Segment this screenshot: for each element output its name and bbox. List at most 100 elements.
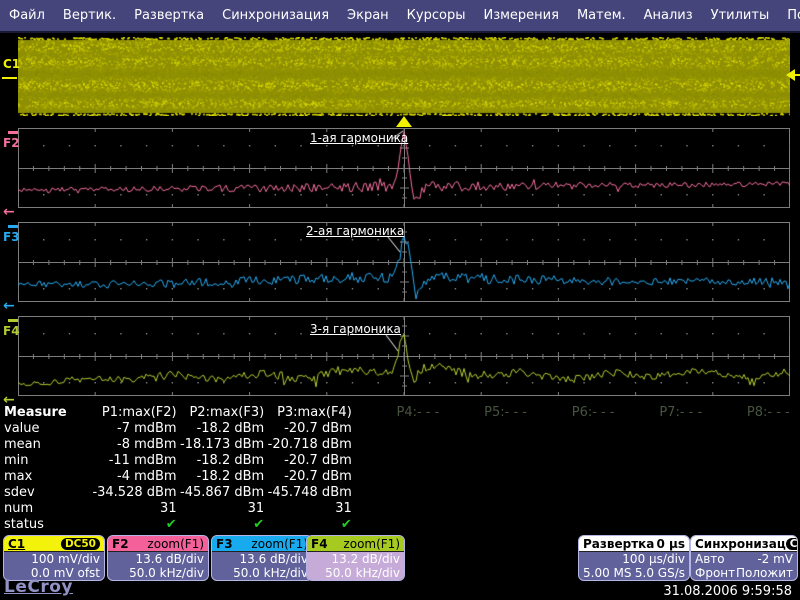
f2-zero-indicator[interactable] [8,131,18,134]
menu-vertical[interactable]: Вертик. [54,8,125,23]
measure-col-p6[interactable]: P6:- - - [527,405,615,421]
cell: -20.7 dBm [264,469,352,485]
f4-trace [18,316,790,396]
menu-timebase[interactable]: Развертка [125,8,213,23]
measure-header-row: Measure P1:max(F2) P2:max(F3) P3:max(F4)… [4,405,796,421]
cell: -45.748 dBm [264,485,352,501]
f3-fft-grid: 2-ая гармоника [18,222,790,302]
measure-col-p7[interactable]: P7:- - - [615,405,703,421]
measure-row-max: max -4 mdBm -18.2 dBm -20.7 dBm [4,469,796,485]
measure-row-value: value -7 mdBm -18.2 dBm -20.7 dBm [4,421,796,437]
menu-help[interactable]: Помощь [778,8,800,23]
f2-fft-grid: 1-ая гармоника [18,128,790,208]
measure-col-p8[interactable]: P8:- - - [702,405,790,421]
f3-zero-indicator[interactable] [8,225,18,228]
f2-annotation: 1-ая гармоника [310,131,408,145]
status-check-icon: ✔ [264,517,352,533]
menu-trigger[interactable]: Синхронизация [213,8,338,23]
measure-row-mean: mean -8 mdBm -18.173 dBm -20.718 dBm [4,437,796,453]
timebase-box[interactable]: Развертка 0 µs 100 µs/div 5.00 MS 5.0 GS… [578,535,690,581]
cell: 31 [89,501,177,517]
trigger-level: -2 mV [757,552,793,566]
f3-scale: 13.6 dB/div [216,552,308,566]
f3-descriptor-box[interactable]: F3 zoom(F1) 13.6 dB/div 50.0 kHz/div [211,535,313,581]
menu-file[interactable]: Файл [0,8,54,23]
f4-fft-grid: 3-я гармоника [18,316,790,396]
trigger-level-arrow-icon[interactable] [786,69,795,81]
cell: 31 [264,501,352,517]
cell: -8 mdBm [89,437,177,453]
cell: -18.2 dBm [177,421,265,437]
menu-math[interactable]: Матем. [568,8,635,23]
trigger-slope: Положит [736,566,793,580]
c1-coupling-badge: DC50 [61,538,100,550]
f3-annotation: 2-ая гармоника [306,224,404,238]
f2-offset-arrow-icon[interactable]: ← [3,206,15,218]
cell: -18.2 dBm [177,469,265,485]
measure-col-p4[interactable]: P4:- - - [352,405,440,421]
f3-box-label: F3 [216,537,233,551]
c1-level-indicator[interactable] [2,77,17,79]
menu-analysis[interactable]: Анализ [635,8,702,23]
cell: 31 [177,501,265,517]
measure-row-status: status ✔ ✔ ✔ [4,517,796,533]
c1-trace-label: C1 [3,57,20,71]
measure-title: Measure [4,405,89,421]
status-check-icon: ✔ [89,517,177,533]
row-label: max [4,469,89,485]
trigger-mode: Авто [695,552,725,566]
f2-descriptor-box[interactable]: F2 zoom(F1) 13.6 dB/div 50.0 kHz/div [107,535,209,581]
trigger-level-arrow-tail [795,74,800,76]
menu-display[interactable]: Экран [338,8,398,23]
cell: -4 mdBm [89,469,177,485]
row-label: mean [4,437,89,453]
menu-cursors[interactable]: Курсоры [398,8,475,23]
measure-col-p1[interactable]: P1:max(F2) [89,405,177,421]
menu-measure[interactable]: Измерения [474,8,567,23]
f2-span: 50.0 kHz/div [112,566,204,580]
row-label: sdev [4,485,89,501]
f3-span: 50.0 kHz/div [216,566,308,580]
datetime: 31.08.2006 9:59:58 [663,584,792,599]
f3-mode: zoom(F1) [251,537,308,551]
f4-scale: 13.2 dB/div [311,552,400,566]
cell: -20.718 dBm [264,437,352,453]
oscilloscope-screen: Файл Вертик. Развертка Синхронизация Экр… [0,0,800,600]
measure-col-p5[interactable]: P5:- - - [439,405,527,421]
c1-descriptor-box[interactable]: C1 DC50 100 mV/div 0.0 mV ofst [3,535,105,581]
f2-mode: zoom(F1) [147,537,204,551]
f4-descriptor-box[interactable]: F4 zoom(F1) 13.2 dB/div 50.0 kHz/div [306,535,405,581]
f4-span: 50.0 kHz/div [311,566,400,580]
c1-waveform [18,37,790,116]
c1-scale: 100 mV/div [8,552,100,566]
trigger-position-marker-icon[interactable] [396,116,412,127]
f3-offset-arrow-icon[interactable]: ← [3,300,15,312]
timebase-title: Развертка [583,537,654,551]
lecroy-logo: LeCroy [4,577,73,597]
f4-zero-indicator[interactable] [8,319,18,322]
trigger-box[interactable]: Синхронизац C1 Авто -2 mV Фронт Положит [690,535,798,581]
c1-box-label: C1 [8,537,25,551]
menu-utilities[interactable]: Утилиты [702,8,779,23]
trigger-source-badge: C1 [786,538,798,550]
f4-box-label: F4 [311,537,328,551]
row-label: value [4,421,89,437]
row-label: status [4,517,89,533]
trigger-title: Синхронизац [695,537,786,551]
measure-row-num: num 31 31 31 [4,501,796,517]
f3-trace-label: F3 [3,230,20,244]
measure-col-p3[interactable]: P3:max(F4) [264,405,352,421]
measure-col-p2[interactable]: P2:max(F3) [177,405,265,421]
timebase-scale: 100 µs/div [583,552,685,566]
timebase-rate: 5.0 GS/s [635,566,685,580]
cell: -20.7 dBm [264,453,352,469]
f2-box-label: F2 [112,537,129,551]
cell: -34.528 dBm [89,485,177,501]
timebase-samples: 5.00 MS [583,566,632,580]
f2-trace-label: F2 [3,136,20,150]
cell: -45.867 dBm [177,485,265,501]
row-label: min [4,453,89,469]
f4-trace-label: F4 [3,324,20,338]
cell: -20.7 dBm [264,421,352,437]
cell: -7 mdBm [89,421,177,437]
